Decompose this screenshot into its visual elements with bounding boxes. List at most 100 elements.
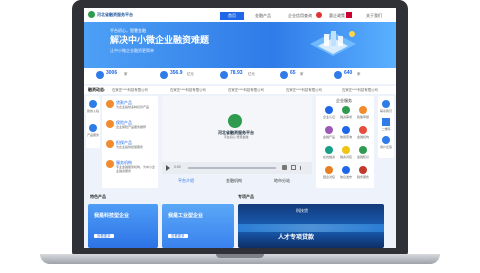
service-icon (325, 146, 333, 154)
service-icon (359, 166, 367, 174)
screen: 河北省融资服务平台 河北省 首页 金融产品 企业信用查询 惠企政策 关于我们 平… (84, 8, 396, 248)
service-icon (325, 166, 333, 174)
video-slogan: 平台初心 智慧金融 (223, 135, 249, 139)
ticker-item[interactable]: 石家庄****科技有限公司 (342, 88, 378, 92)
service-item[interactable]: 融资对接 (337, 155, 355, 159)
service-item[interactable]: 政策申报 (354, 115, 372, 119)
contact-icon (382, 100, 390, 108)
service-icon (342, 146, 350, 154)
ticker-item[interactable]: 石家庄****科技有限公司 (170, 88, 206, 92)
card-industry[interactable] (162, 204, 234, 248)
stat-value-3: 78.93 (230, 70, 243, 76)
stat-unit-5: 家 (357, 72, 361, 76)
stat-unit-3: 亿元 (248, 72, 255, 76)
city-skyline-glow (238, 224, 384, 232)
service-icon (342, 126, 350, 134)
ticker-item[interactable]: 石家庄****科技有限公司 (112, 88, 148, 92)
card-industry-button[interactable]: 查看更多 (168, 234, 188, 238)
service-item[interactable]: 金融机构 (354, 135, 372, 139)
service-item[interactable]: 金融产品 (320, 135, 338, 139)
card-special-subtitle: 人才专项贷款 (278, 235, 315, 241)
ticker-item[interactable]: 石家庄****科技有限公司 (286, 88, 322, 92)
right-item-contact[interactable]: 联系我们 (379, 109, 393, 113)
video-logo-icon (228, 114, 242, 128)
product-desc: 企业保险产品服务推荐 (116, 125, 147, 129)
guarantee-icon (106, 140, 114, 148)
service-icon (325, 126, 333, 134)
volume-icon[interactable] (282, 165, 287, 170)
enterprise-icon (96, 71, 104, 79)
right-item-feedback[interactable]: 用户反馈 (379, 145, 393, 149)
stat-value-2: 356.9 (170, 70, 183, 76)
product-desc: 专业金融服务机构，为中小企业融资服务 (116, 165, 156, 173)
product-count-icon (334, 71, 342, 79)
nav-home[interactable]: 首页 (220, 12, 244, 20)
service-icon (359, 146, 367, 154)
service-icon (325, 106, 333, 114)
tab-institutions[interactable]: 金融机构 (226, 178, 242, 183)
nav-products[interactable]: 金融产品 (248, 12, 278, 20)
service-item[interactable]: 在线融资 (320, 155, 338, 159)
logo-text[interactable]: 河北省融资服务平台 (97, 12, 133, 17)
nav-credit[interactable]: 企业信用查询 (280, 12, 320, 20)
product-desc: 为企业提供担保服务 (116, 145, 144, 149)
product-desc: 为企业提供多种贷款产品 (116, 105, 150, 109)
service-item[interactable]: 信息发布 (337, 175, 355, 179)
stat-value-1: 3006 (106, 70, 118, 76)
right-item-qrcode[interactable]: 二维码 (379, 127, 393, 131)
more-options-icon[interactable] (300, 166, 301, 170)
service-item[interactable]: 企业认证 (320, 115, 338, 119)
service-icon (359, 106, 367, 114)
stat-unit-2: 亿元 (187, 72, 194, 76)
nav-about[interactable]: 关于我们 (358, 12, 390, 20)
product-icon (89, 124, 97, 132)
loan-icon (220, 71, 228, 79)
card-tech[interactable] (88, 204, 158, 248)
loan-product-icon (106, 100, 114, 108)
service-item[interactable]: 税务服务 (354, 175, 372, 179)
service-icon (342, 106, 350, 114)
section-featured: 特色产品 (90, 194, 106, 199)
banner-headline: 解决中小微企业融资难题 (110, 35, 210, 45)
service-icon (359, 126, 367, 134)
service-icon (342, 166, 350, 174)
qrcode-icon (382, 118, 390, 126)
service-item[interactable]: 金融知识 (354, 155, 372, 159)
ticker-label: 融资动态: (88, 87, 106, 92)
tab-intro[interactable]: 平台介绍 (178, 178, 194, 183)
stat-value-4: 65 (290, 70, 296, 76)
service-item[interactable]: 银企对接 (320, 175, 338, 179)
service-item[interactable]: 信用查询 (337, 135, 355, 139)
partner-logo-icon (346, 12, 352, 18)
services-title: 企业服务 (336, 98, 352, 103)
stat-unit-1: 家 (124, 72, 128, 76)
left-item-products[interactable]: 产品服务 (87, 133, 99, 137)
card-industry-title: 我是工业型企业 (168, 213, 204, 219)
banner-illustration (304, 28, 362, 64)
insurance-icon (106, 120, 114, 128)
laptop-notch (216, 254, 264, 258)
card-special-title: 科技贷 (296, 208, 308, 213)
user-icon (89, 100, 97, 108)
emblem-icon (316, 12, 322, 18)
fullscreen-icon[interactable] (291, 165, 296, 170)
feedback-icon (382, 136, 390, 144)
stat-unit-4: 家 (300, 72, 304, 76)
left-item-entry[interactable]: 我的入驻 (87, 109, 99, 113)
amount-icon (160, 71, 168, 79)
agency-icon (106, 160, 114, 168)
section-special: 专项产品 (238, 194, 254, 199)
video-time: 0:00 (174, 165, 181, 169)
card-tech-button[interactable]: 查看更多 (94, 234, 114, 238)
institution-icon (280, 71, 288, 79)
play-icon[interactable] (166, 165, 170, 171)
stat-value-5: 640 (344, 70, 353, 76)
banner-tagline: 平台初心，智慧金融 (110, 28, 146, 33)
banner-subline: 让中小微企业融资更简单 (110, 48, 154, 53)
card-tech-title: 我是科技型企业 (94, 213, 130, 219)
service-item[interactable]: 融资需求 (337, 115, 355, 119)
ticker-item[interactable]: 石家庄****科技有限公司 (228, 88, 264, 92)
logo-icon (88, 11, 95, 18)
video-progress[interactable] (188, 167, 276, 169)
tab-branches[interactable]: 地市分站 (274, 178, 290, 183)
